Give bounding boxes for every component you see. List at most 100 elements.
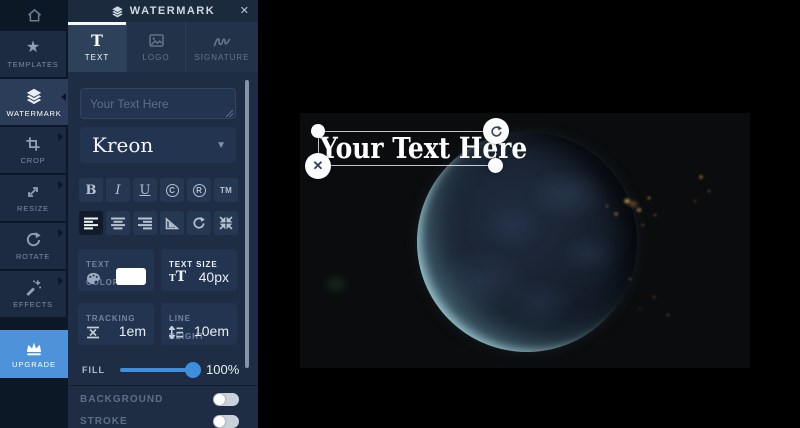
panel-header: WATERMARK ✕ xyxy=(68,0,258,22)
image-icon xyxy=(149,33,164,49)
italic-button[interactable]: I xyxy=(106,178,130,202)
rotate-icon xyxy=(25,231,42,248)
panel-title: WATERMARK xyxy=(130,5,215,17)
registered-button[interactable]: R xyxy=(187,178,211,202)
sidebar-item-label: UPGRADE xyxy=(12,360,56,369)
sidebar-item-effects[interactable]: EFFECTS xyxy=(0,271,66,317)
format-button-row: B I U C R TM xyxy=(79,178,238,202)
copyright-icon: C xyxy=(166,184,179,197)
rotate-handle[interactable] xyxy=(483,118,509,144)
resize-handle-top-left[interactable] xyxy=(311,124,325,138)
delete-handle[interactable]: ✕ xyxy=(305,153,331,179)
expand-arrow-icon xyxy=(58,277,63,285)
sidebar-item-resize[interactable]: RESIZE xyxy=(0,175,66,221)
crown-icon xyxy=(24,340,44,356)
magic-wand-icon xyxy=(25,279,42,296)
text-color-box[interactable]: TEXT COLOR xyxy=(78,249,154,291)
tab-signature[interactable]: SIGNATURE xyxy=(186,22,258,72)
trademark-button[interactable]: TM xyxy=(214,178,238,202)
sidebar-item-label: TEMPLATES xyxy=(7,60,58,69)
watermark-text-input[interactable] xyxy=(80,88,236,119)
editor-canvas[interactable]: Your Text Here ✕ xyxy=(258,0,800,428)
stroke-label: STROKE xyxy=(80,416,128,427)
fill-label: FILL xyxy=(82,365,105,375)
tab-text[interactable]: T TEXT xyxy=(68,22,127,72)
align-right-button[interactable] xyxy=(133,211,157,235)
sidebar-item-label: ROTATE xyxy=(16,252,50,261)
toggle-knob xyxy=(214,394,225,405)
line-height-box[interactable]: LINE HEIGHT 10em xyxy=(161,303,237,345)
align-button-row xyxy=(79,211,238,235)
compress-arrows-icon xyxy=(219,216,233,230)
close-icon[interactable]: ✕ xyxy=(240,4,249,17)
fill-row: FILL 100% xyxy=(68,358,258,382)
trademark-icon: TM xyxy=(220,186,232,195)
sidebar-item-watermark[interactable]: WATERMARK xyxy=(0,79,68,125)
align-left-button[interactable] xyxy=(79,211,103,235)
tab-logo[interactable]: LOGO xyxy=(127,22,186,72)
canvas-image[interactable]: Your Text Here ✕ xyxy=(300,113,750,368)
sidebar-item-label: RESIZE xyxy=(17,204,49,213)
bold-button[interactable]: B xyxy=(79,178,103,202)
font-family-select[interactable]: Kreon ▼ xyxy=(80,127,236,163)
sidebar-item-label: EFFECTS xyxy=(13,300,53,309)
image-artifact xyxy=(323,273,349,295)
text-size-icon: TT xyxy=(169,266,186,285)
sidebar-item-crop[interactable]: CROP xyxy=(0,127,66,173)
tab-label: SIGNATURE xyxy=(194,53,249,62)
home-button[interactable] xyxy=(0,0,68,30)
underline-button[interactable]: U xyxy=(133,178,157,202)
watermark-panel: WATERMARK ✕ T TEXT LOGO SIGNATURE xyxy=(68,0,258,428)
layers-icon xyxy=(25,87,43,105)
expand-arrow-icon xyxy=(58,133,63,141)
fill-value: 100% xyxy=(206,362,239,377)
font-name-value: Kreon xyxy=(80,133,153,157)
signature-icon xyxy=(213,33,231,49)
resize-handle-bottom-right[interactable] xyxy=(488,158,503,173)
expand-arrow-icon xyxy=(58,181,63,189)
panel-tabs: T TEXT LOGO SIGNATURE xyxy=(68,22,258,72)
sidebar-item-label: WATERMARK xyxy=(6,109,61,118)
line-height-icon xyxy=(169,326,184,339)
background-row: BACKGROUND xyxy=(68,390,258,410)
panel-body: Kreon ▼ B I U C R TM xyxy=(68,72,258,428)
rotate-text-button[interactable] xyxy=(187,211,211,235)
skew-button[interactable] xyxy=(160,211,184,235)
tab-label: TEXT xyxy=(85,53,109,62)
compress-button[interactable] xyxy=(214,211,238,235)
text-t-icon: T xyxy=(91,33,103,49)
toggle-knob xyxy=(214,416,225,427)
align-center-button[interactable] xyxy=(106,211,130,235)
stroke-row: STROKE xyxy=(68,412,258,428)
chevron-down-icon: ▼ xyxy=(216,140,226,151)
copyright-button[interactable]: C xyxy=(160,178,184,202)
align-left-icon xyxy=(84,217,98,230)
align-center-icon xyxy=(111,217,125,230)
sidebar-item-upgrade[interactable]: UPGRADE xyxy=(0,330,68,378)
stroke-toggle[interactable] xyxy=(213,415,239,428)
rotate-icon xyxy=(192,216,206,230)
sidebar-item-rotate[interactable]: ROTATE xyxy=(0,223,66,269)
close-icon: ✕ xyxy=(313,158,324,174)
city-lights xyxy=(685,165,719,225)
fill-slider-knob[interactable] xyxy=(185,362,201,378)
sidebar: ★ TEMPLATES WATERMARK CROP RESIZE xyxy=(0,0,68,428)
tab-label: LOGO xyxy=(142,53,169,62)
section-divider xyxy=(68,385,258,386)
layers-icon xyxy=(111,5,124,18)
star-icon: ★ xyxy=(26,40,40,56)
sidebar-item-label: CROP xyxy=(21,156,46,165)
collapse-arrow-icon xyxy=(61,93,66,101)
color-swatch[interactable] xyxy=(116,268,146,285)
tracking-box[interactable]: TRACKING 1em xyxy=(78,303,154,345)
tracking-value: 1em xyxy=(119,323,146,339)
align-right-icon xyxy=(138,217,152,230)
skew-triangle-icon xyxy=(165,217,179,230)
tracking-label: TRACKING xyxy=(86,314,135,323)
home-icon xyxy=(27,8,42,23)
text-size-box[interactable]: TEXT SIZE TT 40px xyxy=(161,249,237,291)
background-toggle[interactable] xyxy=(213,393,239,406)
text-size-value: 40px xyxy=(199,269,229,285)
sidebar-item-templates[interactable]: ★ TEMPLATES xyxy=(0,31,66,77)
panel-scrollbar[interactable] xyxy=(245,80,249,368)
